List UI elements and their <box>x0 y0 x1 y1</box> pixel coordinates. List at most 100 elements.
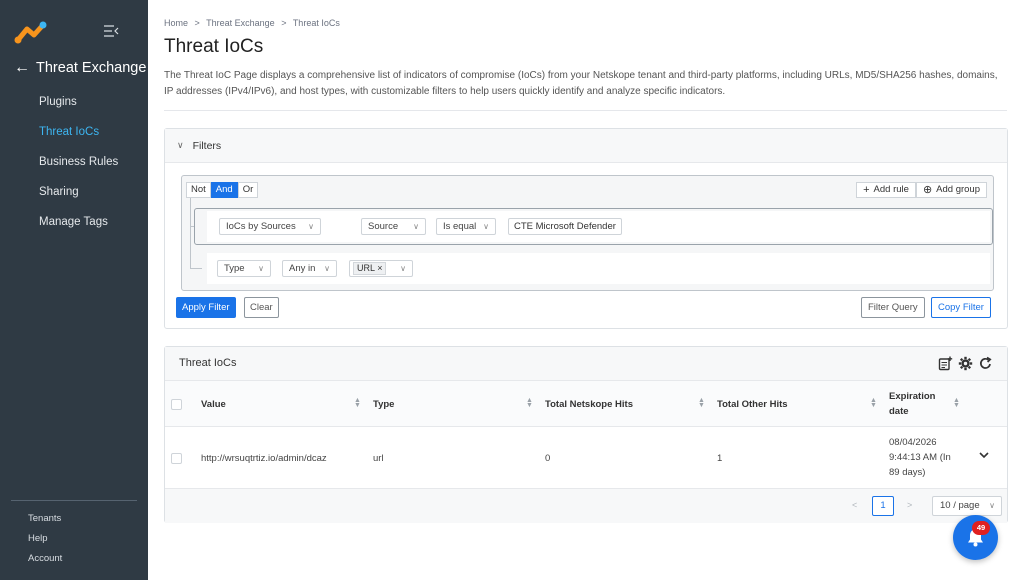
column-header-label: Total Netskope Hits <box>545 398 633 410</box>
column-header-type[interactable]: Type ▲ ▼ <box>373 381 533 427</box>
operator-select-value: Is equal <box>443 221 477 232</box>
sidebar-item-business-rules[interactable]: Business Rules <box>0 148 148 178</box>
table-row[interactable]: http://wrsuqtrtiz.io/admin/dcaz url 0 1 … <box>165 427 1007 489</box>
column-header-netskope-hits[interactable]: Total Netskope Hits ▲ ▼ <box>545 381 705 427</box>
tree-connector <box>190 198 191 268</box>
page-number-current[interactable]: 1 <box>872 496 894 516</box>
chevron-down-icon: ∨ <box>400 264 406 273</box>
chip-remove-icon[interactable]: × <box>377 263 382 273</box>
sidebar-item-account[interactable]: Account <box>28 551 62 571</box>
plus-icon: + <box>863 184 870 196</box>
operator-select-any-in[interactable]: Any in ∨ <box>282 260 337 277</box>
add-group-button[interactable]: ⊕ Add group <box>915 182 987 198</box>
sidebar: ← Threat Exchange Plugins Threat IoCs Bu… <box>0 0 148 580</box>
refresh-icon[interactable] <box>977 356 993 372</box>
plus-circle-icon: ⊕ <box>922 184 933 196</box>
group-rule-row: IoCs by Sources ∨ Source ∨ Is equal ∨ CT… <box>207 211 990 242</box>
expand-row-chevron-icon[interactable] <box>978 449 990 464</box>
header-divider <box>164 110 1007 111</box>
netskope-logo[interactable] <box>14 20 50 44</box>
add-note-icon[interactable] <box>937 356 953 372</box>
sidebar-item-sharing[interactable]: Sharing <box>0 178 148 208</box>
cell-expiration-date: 08/04/2026 9:44:13 AM (In 89 days) <box>889 437 951 478</box>
subfield-select-source[interactable]: Source ∨ <box>361 218 426 235</box>
column-header-value[interactable]: Value ▲ ▼ <box>201 381 361 427</box>
chevron-down-icon: ∨ <box>324 264 330 273</box>
sidebar-divider <box>11 500 137 501</box>
sort-icon[interactable]: ▲ ▼ <box>870 397 877 409</box>
tree-connector <box>190 268 202 269</box>
cell-value: http://wrsuqtrtiz.io/admin/dcaz <box>201 453 327 464</box>
combinator-group: Not And Or <box>186 182 259 198</box>
main-content: Home > Threat Exchange > Threat IoCs Thr… <box>148 0 1024 580</box>
notifications-button[interactable]: 49 <box>953 515 998 560</box>
collapse-menu-icon[interactable] <box>103 24 119 38</box>
field-select-iocs-by-sources[interactable]: IoCs by Sources ∨ <box>219 218 321 235</box>
sort-icon[interactable]: ▲ ▼ <box>526 397 533 409</box>
cell-type: url <box>373 453 384 464</box>
filters-header[interactable]: ∨ Filters <box>165 129 1007 163</box>
filter-query-button[interactable]: Filter Query <box>861 297 925 318</box>
table-title: Threat IoCs <box>179 357 237 369</box>
breadcrumb-home[interactable]: Home <box>164 18 188 28</box>
column-header-other-hits[interactable]: Total Other Hits ▲ ▼ <box>717 381 877 427</box>
combinator-and[interactable]: And <box>210 182 238 198</box>
type-rule-row: Type ∨ Any in ∨ URL × ∨ <box>207 253 990 284</box>
sidebar-item-plugins[interactable]: Plugins <box>0 88 148 118</box>
table-column-headers: Value ▲ ▼ Type ▲ ▼ Total Netskope Hits ▲ ▼ … <box>165 381 1007 427</box>
column-header-label: Total Other Hits <box>717 398 788 410</box>
row-checkbox[interactable] <box>171 453 182 464</box>
filters-panel: ∨ Filters Not And Or + Add rule ⊕ Add gr… <box>164 128 1008 329</box>
next-page-icon[interactable]: > <box>907 500 912 510</box>
sidebar-item-help[interactable]: Help <box>28 531 62 551</box>
prev-page-icon[interactable]: < <box>852 500 857 510</box>
cell-other-hits: 1 <box>717 453 723 464</box>
type-multi-select[interactable]: URL × ∨ <box>349 260 413 277</box>
chevron-down-icon: ∨ <box>177 140 184 150</box>
add-rule-button[interactable]: + Add rule <box>856 182 916 198</box>
gear-icon[interactable] <box>957 356 973 372</box>
add-group-label: Add group <box>936 184 980 195</box>
field-select-value: IoCs by Sources <box>226 221 296 232</box>
sort-icon[interactable]: ▲ ▼ <box>354 397 361 409</box>
column-header-expiration-date[interactable]: Expiration date ▲ ▼ <box>889 381 969 427</box>
cell-netskope-hits: 0 <box>545 453 551 464</box>
subfield-select-value: Source <box>368 221 399 232</box>
query-builder-actions: + Add rule ⊕ Add group <box>856 182 987 198</box>
sort-icon[interactable]: ▲ ▼ <box>953 397 960 409</box>
page-description: The Threat IoC Page displays a comprehen… <box>164 70 998 97</box>
sidebar-item-manage-tags[interactable]: Manage Tags <box>0 208 148 238</box>
back-arrow-icon: ← <box>14 59 30 76</box>
query-builder: Not And Or + Add rule ⊕ Add group IoCs b… <box>181 175 994 291</box>
column-header-label: Value <box>201 398 226 410</box>
chip-label: URL <box>357 263 375 273</box>
apply-filter-button[interactable]: Apply Filter <box>176 297 236 318</box>
field-select-type[interactable]: Type ∨ <box>217 260 271 277</box>
back-to-threat-exchange[interactable]: ← Threat Exchange <box>14 58 148 78</box>
column-header-label: Type <box>373 398 395 410</box>
sidebar-nav: Plugins Threat IoCs Business Rules Shari… <box>0 88 148 238</box>
selected-chip-url: URL × <box>353 262 387 275</box>
operator-select-value: Any in <box>289 263 316 274</box>
add-rule-label: Add rule <box>873 184 909 195</box>
sidebar-item-tenants[interactable]: Tenants <box>28 511 62 531</box>
select-all-checkbox[interactable] <box>171 399 182 410</box>
threat-iocs-table-panel: Threat IoCs Value ▲ ▼ Type ▲ ▼ Total Net… <box>164 346 1008 523</box>
combinator-or[interactable]: Or <box>237 182 259 198</box>
sort-icon[interactable]: ▲ ▼ <box>698 397 705 409</box>
combinator-not[interactable]: Not <box>186 182 211 198</box>
operator-select-is-equal[interactable]: Is equal ∨ <box>436 218 496 235</box>
notification-count-badge: 49 <box>972 521 990 535</box>
breadcrumb-threat-exchange[interactable]: Threat Exchange <box>206 18 275 28</box>
clear-button[interactable]: Clear <box>244 297 279 318</box>
table-header-bar: Threat IoCs <box>165 347 1007 381</box>
breadcrumb-separator: > <box>194 18 200 28</box>
chevron-down-icon: ∨ <box>989 501 995 510</box>
field-select-value: Type <box>224 263 245 274</box>
section-title: Threat Exchange <box>36 60 147 76</box>
sidebar-item-threat-iocs[interactable]: Threat IoCs <box>0 118 148 148</box>
pagination: < 1 > 10 / page ∨ <box>165 489 1007 523</box>
copy-filter-button[interactable]: Copy Filter <box>931 297 991 318</box>
source-value-field[interactable]: CTE Microsoft Defender <box>508 218 622 235</box>
page-size-select[interactable]: 10 / page ∨ <box>932 496 1002 516</box>
